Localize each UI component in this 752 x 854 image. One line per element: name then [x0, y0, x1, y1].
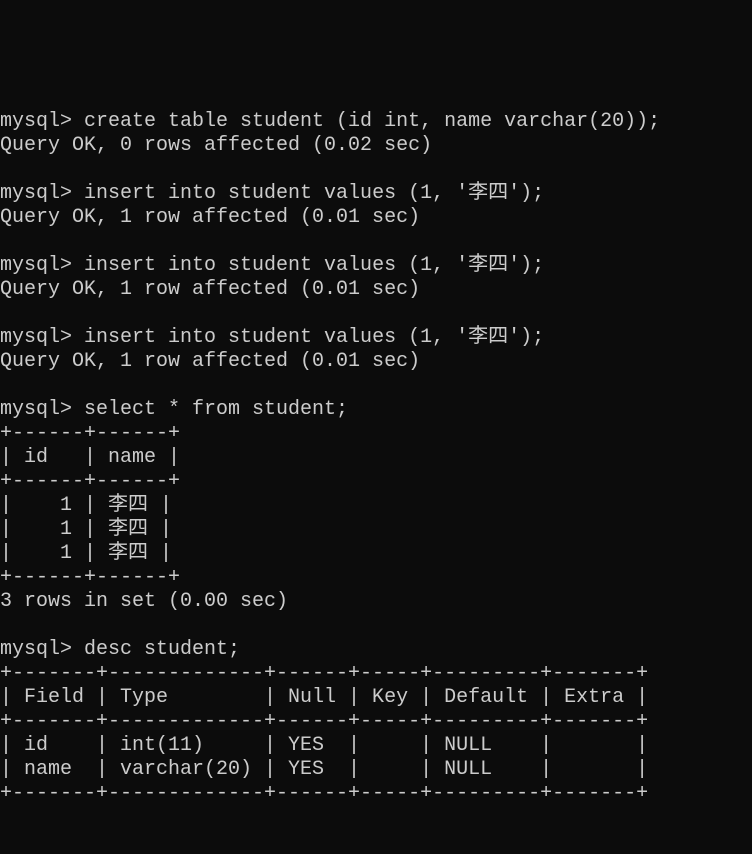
- result-table-line: +------+------+: [0, 566, 181, 589]
- mysql-prompt: mysql>: [0, 182, 85, 205]
- query-status-line: Query OK, 1 row affected (0.01 sec): [0, 350, 421, 373]
- mysql-prompt: mysql>: [0, 398, 85, 421]
- result-table-line: | Field | Type | Null | Key | Default | …: [0, 686, 649, 709]
- result-table-line: | id | int(11) | YES | | NULL | |: [0, 734, 649, 757]
- result-table-line: | 1 | 李四 |: [0, 542, 173, 565]
- mysql-prompt: mysql>: [0, 254, 85, 277]
- terminal-window[interactable]: mysql> create table student (id int, nam…: [0, 0, 660, 854]
- mysql-prompt: mysql>: [0, 110, 85, 133]
- result-table-line: | 1 | 李四 |: [0, 494, 173, 517]
- result-table-line: +-------+-------------+------+-----+----…: [0, 782, 649, 805]
- command-line: mysql> insert into student values (1, '李…: [0, 182, 660, 206]
- command-text: insert into student values (1, '李四');: [84, 254, 545, 277]
- scrolled-partial-line: [0, 38, 660, 62]
- command-line: mysql> desc student;: [0, 638, 660, 662]
- command-text: create table student (id int, name varch…: [84, 110, 661, 133]
- result-table-line: +-------+-------------+------+-----+----…: [0, 662, 649, 685]
- command-text: select * from student;: [84, 398, 349, 421]
- terminal-output: mysql> create table student (id int, nam…: [0, 110, 660, 830]
- result-table-line: | name | varchar(20) | YES | | NULL | |: [0, 758, 649, 781]
- result-table-line: | 1 | 李四 |: [0, 518, 173, 541]
- command-line: mysql> insert into student values (1, '李…: [0, 254, 660, 278]
- mysql-prompt: mysql>: [0, 326, 85, 349]
- command-line: mysql> insert into student values (1, '李…: [0, 326, 660, 350]
- mysql-prompt: mysql>: [0, 638, 85, 661]
- query-status-line: Query OK, 1 row affected (0.01 sec): [0, 206, 421, 229]
- result-table-line: | id | name |: [0, 446, 181, 469]
- query-status-line: 3 rows in set (0.00 sec): [0, 590, 289, 613]
- result-table-line: +-------+-------------+------+-----+----…: [0, 710, 649, 733]
- command-text: insert into student values (1, '李四');: [84, 326, 545, 349]
- command-text: insert into student values (1, '李四');: [84, 182, 545, 205]
- result-table-line: +------+------+: [0, 470, 181, 493]
- query-status-line: Query OK, 1 row affected (0.01 sec): [0, 278, 421, 301]
- result-table-line: +------+------+: [0, 422, 181, 445]
- query-status-line: Query OK, 0 rows affected (0.02 sec): [0, 134, 433, 157]
- command-line: mysql> create table student (id int, nam…: [0, 110, 660, 134]
- command-line: mysql> select * from student;: [0, 398, 660, 422]
- command-text: desc student;: [84, 638, 241, 661]
